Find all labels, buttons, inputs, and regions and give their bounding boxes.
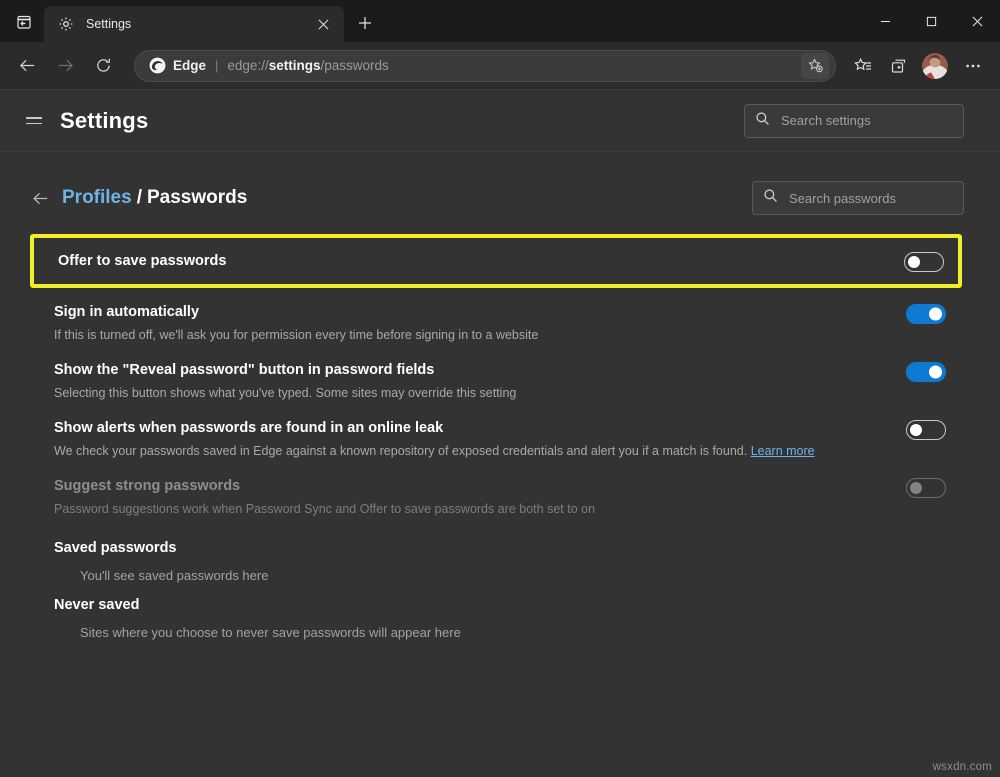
tab-actions-icon[interactable]	[8, 7, 40, 37]
url-path: /passwords	[320, 58, 388, 73]
edge-logo-icon	[149, 57, 166, 74]
setting-title: Show alerts when passwords are found in …	[54, 418, 886, 438]
setting-texts: Show alerts when passwords are found in …	[54, 418, 906, 460]
toggle-offer-to-save-passwords[interactable]	[904, 252, 944, 272]
section-title: Saved passwords	[54, 540, 946, 556]
section-title: Never saved	[54, 597, 946, 613]
toggle-knob	[908, 256, 920, 268]
avatar[interactable]	[922, 53, 948, 79]
collections-icon[interactable]	[882, 49, 916, 83]
refresh-icon[interactable]	[86, 49, 120, 83]
gear-icon	[58, 16, 74, 32]
url-host: settings	[269, 58, 321, 73]
toggle-reveal-password-button[interactable]	[906, 362, 946, 382]
setting-title: Offer to save passwords	[58, 251, 884, 271]
toggle-knob	[929, 366, 942, 379]
breadcrumb: Profiles / Passwords	[26, 178, 964, 218]
search-settings-box[interactable]	[744, 104, 964, 138]
minimize-button[interactable]	[862, 0, 908, 42]
toggle-knob	[929, 308, 942, 321]
close-icon[interactable]	[312, 13, 334, 35]
search-passwords-box[interactable]	[752, 181, 964, 215]
forward-arrow-icon[interactable]	[48, 49, 82, 83]
setting-row-suggest-strong-passwords: Suggest strong passwords Password sugges…	[26, 468, 964, 526]
section-empty-text: You'll see saved passwords here	[54, 568, 946, 583]
section-never-saved: Never saved Sites where you choose to ne…	[26, 583, 964, 640]
title-bar: Settings	[0, 0, 1000, 42]
maximize-button[interactable]	[908, 0, 954, 42]
learn-more-link[interactable]: Learn more	[751, 444, 815, 458]
browser-tab[interactable]: Settings	[44, 6, 344, 42]
search-settings-input[interactable]	[781, 113, 957, 128]
page-title: Settings	[60, 108, 148, 134]
setting-title: Sign in automatically	[54, 302, 886, 322]
hamburger-menu-icon[interactable]	[18, 105, 50, 137]
back-arrow-icon[interactable]	[26, 184, 54, 212]
setting-description: We check your passwords saved in Edge ag…	[54, 442, 886, 460]
section-empty-text: Sites where you choose to never save pas…	[54, 625, 946, 640]
setting-texts: Suggest strong passwords Password sugges…	[54, 476, 906, 518]
browser-toolbar: Edge | edge://settings/passwords	[0, 42, 1000, 90]
tab-title: Settings	[86, 17, 312, 31]
toggle-knob	[910, 424, 922, 436]
url-prefix: edge://	[227, 58, 268, 73]
toggle-online-leak-alerts[interactable]	[906, 420, 946, 440]
omnibox-separator: |	[215, 58, 218, 73]
omnibox-brand-label: Edge	[173, 58, 206, 73]
star-plus-icon[interactable]	[801, 53, 829, 79]
setting-description: Password suggestions work when Password …	[54, 500, 886, 518]
breadcrumb-current: Passwords	[147, 187, 247, 209]
setting-description: Selecting this button shows what you've …	[54, 384, 886, 402]
password-settings-list: Offer to save passwords Sign in automati…	[26, 234, 964, 526]
setting-description-text: We check your passwords saved in Edge ag…	[54, 444, 747, 458]
new-tab-button[interactable]	[350, 8, 380, 38]
setting-texts: Show the "Reveal password" button in pas…	[54, 360, 906, 402]
setting-description: If this is turned off, we'll ask you for…	[54, 326, 886, 344]
search-icon	[763, 188, 778, 208]
setting-row-reveal-password-button[interactable]: Show the "Reveal password" button in pas…	[26, 352, 964, 410]
search-passwords-input[interactable]	[789, 191, 965, 206]
setting-texts: Sign in automatically If this is turned …	[54, 302, 906, 344]
setting-texts: Offer to save passwords	[58, 251, 904, 271]
window-controls	[862, 0, 1000, 42]
setting-row-offer-to-save-passwords[interactable]: Offer to save passwords	[30, 234, 962, 288]
toggle-sign-in-automatically[interactable]	[906, 304, 946, 324]
omnibox-url: edge://settings/passwords	[227, 58, 388, 73]
setting-title: Show the "Reveal password" button in pas…	[54, 360, 886, 380]
setting-row-online-leak-alerts[interactable]: Show alerts when passwords are found in …	[26, 410, 964, 468]
search-icon	[755, 111, 770, 131]
watermark: wsxdn.com	[933, 761, 992, 773]
address-bar[interactable]: Edge | edge://settings/passwords	[134, 50, 836, 82]
toggle-suggest-strong-passwords	[906, 478, 946, 498]
more-ellipsis-icon[interactable]	[956, 49, 990, 83]
close-window-button[interactable]	[954, 0, 1000, 42]
back-arrow-icon[interactable]	[10, 49, 44, 83]
favorites-list-icon[interactable]	[846, 49, 880, 83]
setting-title: Suggest strong passwords	[54, 476, 886, 496]
breadcrumb-parent-link[interactable]: Profiles	[62, 187, 132, 209]
setting-row-sign-in-automatically[interactable]: Sign in automatically If this is turned …	[26, 294, 964, 352]
toggle-knob	[910, 482, 922, 494]
omnibox-actions	[801, 53, 829, 79]
settings-content: Profiles / Passwords Offer to save passw…	[0, 152, 1000, 777]
settings-header: Settings	[0, 90, 1000, 152]
breadcrumb-separator: /	[137, 187, 142, 209]
section-saved-passwords: Saved passwords You'll see saved passwor…	[26, 526, 964, 583]
